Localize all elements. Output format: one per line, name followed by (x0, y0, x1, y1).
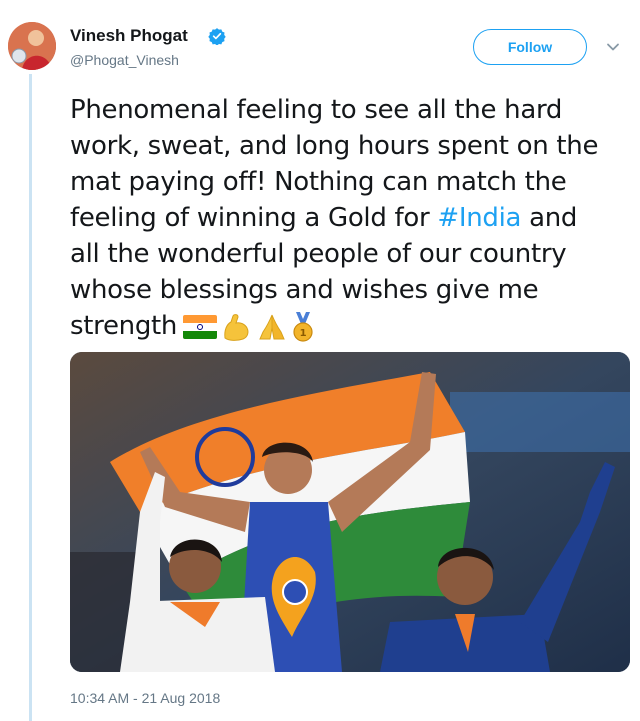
follow-button[interactable]: Follow (473, 29, 587, 65)
folded-hands-emoji (259, 314, 285, 339)
chevron-down-icon[interactable] (606, 40, 620, 54)
avatar-image (8, 22, 56, 70)
tweet-photo[interactable] (70, 352, 630, 672)
tweet-text-fragment: and (521, 203, 578, 233)
tweet-line: Phenomenal feeling to see all the hard (70, 95, 563, 125)
tweet-card: Vinesh Phogat @Phogat_Vinesh Follow Phen… (0, 0, 640, 721)
verified-badge-icon (208, 28, 226, 45)
author-handle[interactable]: @Phogat_Vinesh (70, 52, 179, 68)
tweet-line: whose blessings and wishes give me (70, 275, 539, 305)
tweet-line: feeling of winning a Gold for #India and (70, 200, 630, 236)
tweet-line: work, sweat, and long hours spent on the (70, 131, 599, 161)
avatar[interactable] (8, 22, 56, 70)
tweet-text-fragment: feeling of winning a Gold for (70, 203, 438, 233)
celebration-photo-image (70, 352, 630, 672)
svg-text:1: 1 (300, 328, 307, 339)
tweet-timestamp[interactable]: 10:34 AM - 21 Aug 2018 (70, 690, 220, 706)
tweet-text: Phenomenal feeling to see all the hard w… (70, 92, 630, 344)
india-flag-emoji (183, 314, 218, 339)
tweet-line: mat paying off! Nothing can match the (70, 167, 567, 197)
medal-emoji: 1 (293, 311, 313, 342)
author-name[interactable]: Vinesh Phogat (70, 26, 188, 46)
tweet-line: strength 1 (70, 308, 630, 344)
hashtag-link[interactable]: #India (437, 203, 521, 233)
emoji-row: 1 (183, 311, 315, 343)
flexed-biceps-emoji (224, 313, 249, 341)
tweet-line: all the wonderful people of our country (70, 239, 567, 269)
tweet-text-fragment: strength (70, 311, 178, 341)
thread-line (29, 74, 32, 721)
